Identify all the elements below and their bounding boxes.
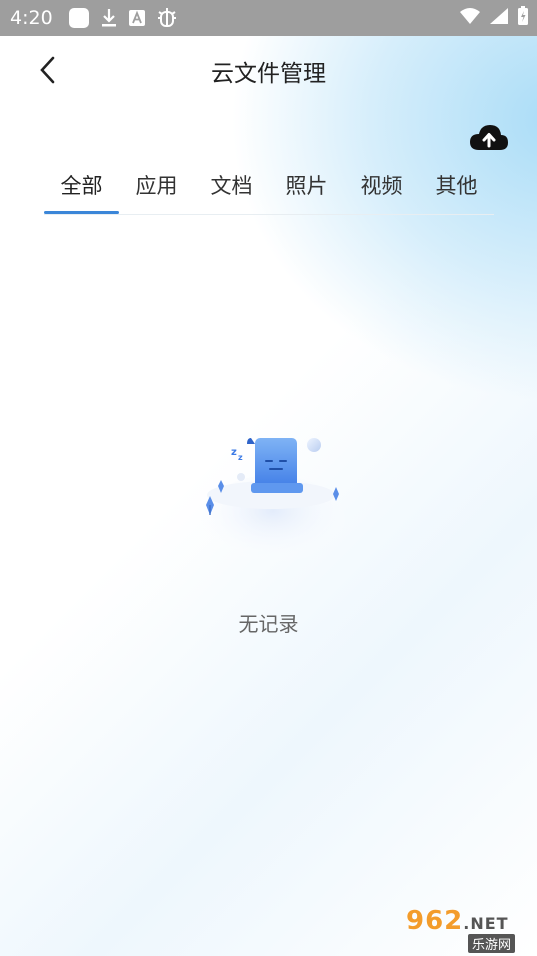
cloud-upload-icon xyxy=(470,125,508,150)
svg-text:z: z xyxy=(238,453,243,462)
tab-all[interactable]: 全部 xyxy=(44,166,119,206)
page-title: 云文件管理 xyxy=(211,61,326,87)
status-time: 4:20 xyxy=(10,7,53,29)
tab-videos[interactable]: 视频 xyxy=(344,166,419,206)
header: 云文件管理 xyxy=(0,36,537,106)
bug-icon xyxy=(156,7,178,29)
svg-text:z: z xyxy=(231,447,237,458)
download-icon xyxy=(100,7,118,29)
signal-icon xyxy=(489,7,509,29)
upload-button[interactable] xyxy=(468,122,510,154)
tab-indicator xyxy=(44,211,119,214)
category-tabs: 全部 应用 文档 照片 视频 其他 xyxy=(44,166,494,215)
tab-photos[interactable]: 照片 xyxy=(269,166,344,206)
watermark-subtitle: 乐游网 xyxy=(468,934,516,953)
watermark-logo: 962.NET 乐游网 xyxy=(398,906,530,953)
status-bar: 4:20 xyxy=(0,0,537,36)
wifi-icon xyxy=(459,7,481,29)
tab-others[interactable]: 其他 xyxy=(419,166,494,206)
app-square-icon xyxy=(68,7,90,29)
battery-icon xyxy=(517,6,529,30)
a-box-icon xyxy=(128,9,146,27)
empty-state-illustration: z z xyxy=(195,425,355,575)
tab-documents[interactable]: 文档 xyxy=(194,166,269,206)
watermark-brand: 962.NET xyxy=(406,906,509,936)
empty-state-text: 无记录 xyxy=(238,612,299,636)
tab-apps[interactable]: 应用 xyxy=(119,166,194,206)
